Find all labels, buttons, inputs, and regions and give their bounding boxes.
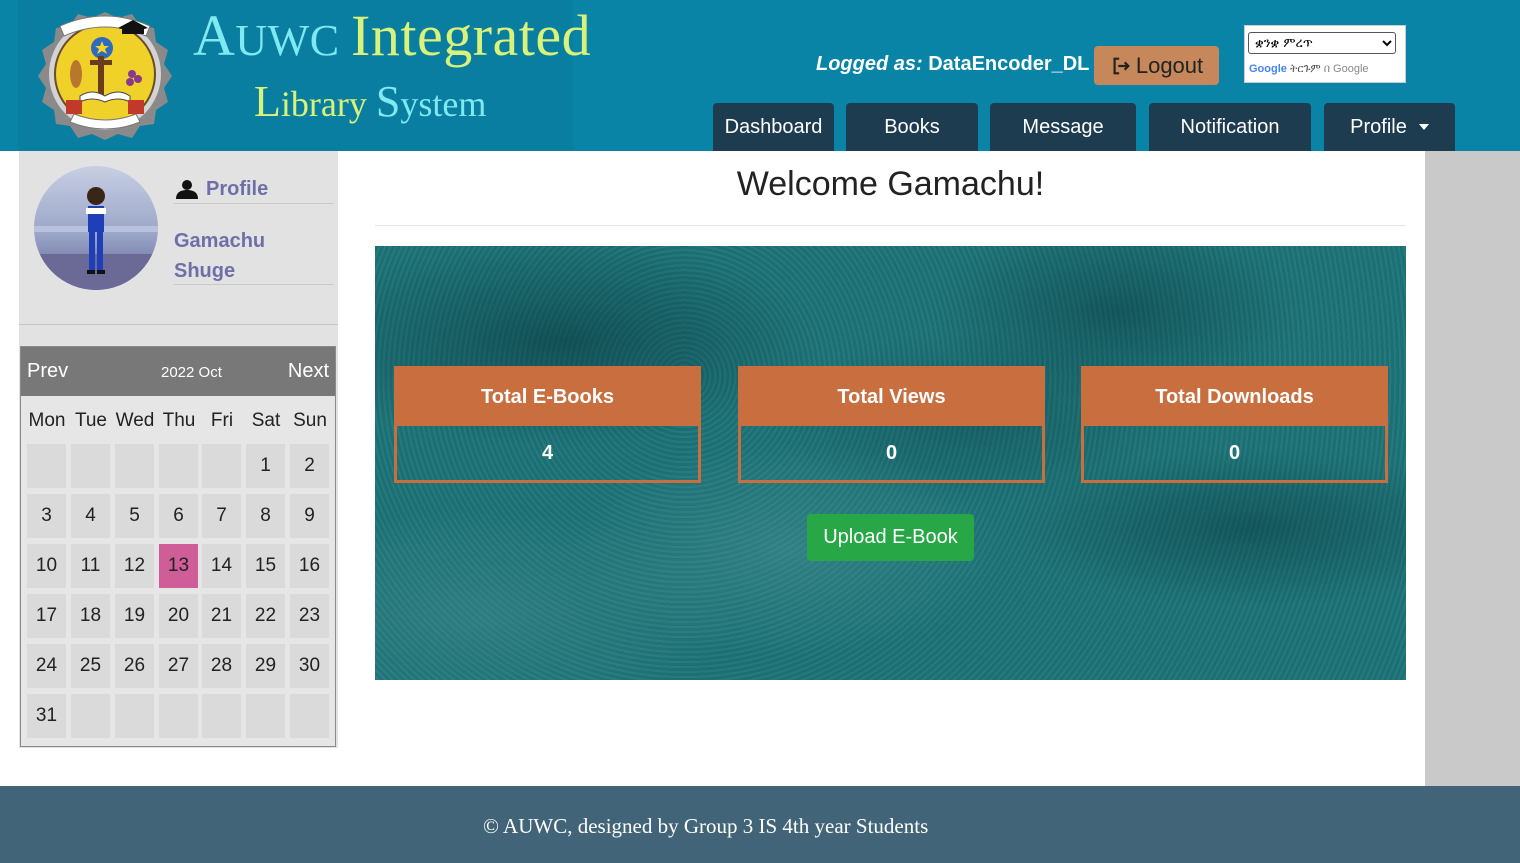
calendar-day-22[interactable]: 22 xyxy=(246,594,285,638)
calendar-day-6[interactable]: 6 xyxy=(159,494,198,538)
calendar-day-30[interactable]: 30 xyxy=(290,644,329,688)
calendar-day-25[interactable]: 25 xyxy=(71,644,110,688)
welcome-heading: Welcome Gamachu! xyxy=(736,165,1045,203)
calendar-prev-button[interactable]: Prev xyxy=(27,360,68,383)
calendar-weekday-mon: Mon xyxy=(28,410,66,431)
stat-total-ebooks: Total E-Books 4 xyxy=(394,366,701,483)
calendar-day-26[interactable]: 26 xyxy=(115,644,154,688)
brand-title-line2: Library System xyxy=(254,77,487,126)
calendar-day-2[interactable]: 2 xyxy=(290,444,329,488)
page-footer: © AUWC, designed by Group 3 IS 4th year … xyxy=(0,786,1520,863)
calendar-day-18[interactable]: 18 xyxy=(71,594,110,638)
calendar-next-button[interactable]: Next xyxy=(288,360,329,383)
calendar-day-27[interactable]: 27 xyxy=(159,644,198,688)
user-icon xyxy=(176,180,198,199)
stat-value: 4 xyxy=(541,441,554,464)
calendar-empty-cell xyxy=(159,694,198,738)
logo-area: AUWC Integrated Library System xyxy=(18,0,591,151)
google-translate-widget: ቋንቋ ምረጥ Google ትርጉም በ Google xyxy=(1244,25,1406,83)
avatar[interactable] xyxy=(34,166,158,290)
calendar-day-20[interactable]: 20 xyxy=(159,594,198,638)
calendar-weekday-fri: Fri xyxy=(210,410,234,431)
stat-label: Total Views xyxy=(741,369,1042,426)
nav-profile-dropdown[interactable]: Profile xyxy=(1324,103,1455,151)
calendar-day-14[interactable]: 14 xyxy=(202,544,241,588)
calendar-empty-cell xyxy=(202,444,241,488)
logged-as-label: Logged as: xyxy=(816,53,923,75)
university-seal-logo xyxy=(38,12,172,140)
calendar-day-19[interactable]: 19 xyxy=(115,594,154,638)
calendar-day-9[interactable]: 9 xyxy=(290,494,329,538)
calendar-weekday-sat: Sat xyxy=(251,410,281,431)
footer-credits: © AUWC, designed by Group 3 IS 4th year … xyxy=(483,814,929,838)
user-full-name: Gamachu Shuge xyxy=(174,226,334,285)
welcome-divider xyxy=(375,225,1406,226)
calendar-empty-cell xyxy=(246,694,285,738)
calendar-weekday-sun: Sun xyxy=(293,410,327,431)
logged-user-name: DataEncoder_DL xyxy=(928,53,1090,75)
user-first-name: Gamachu xyxy=(174,230,266,252)
nav-dashboard[interactable]: Dashboard xyxy=(713,103,834,151)
calendar-empty-cell xyxy=(115,694,154,738)
calendar-day-1[interactable]: 1 xyxy=(246,444,285,488)
dashboard-stats-panel: Total E-Books 4 Total Views 0 Total Down… xyxy=(375,246,1406,680)
calendar-day-7[interactable]: 7 xyxy=(202,494,241,538)
calendar-day-11[interactable]: 11 xyxy=(71,544,110,588)
calendar-day-3[interactable]: 3 xyxy=(27,494,66,538)
calendar-day-21[interactable]: 21 xyxy=(202,594,241,638)
calendar-day-17[interactable]: 17 xyxy=(27,594,66,638)
stat-value: 0 xyxy=(885,441,898,464)
nav-notification[interactable]: Notification xyxy=(1149,103,1311,151)
calendar-day-10[interactable]: 10 xyxy=(27,544,66,588)
calendar-weekday-tue: Tue xyxy=(74,410,108,431)
calendar-day-29[interactable]: 29 xyxy=(246,644,285,688)
calendar-day-12[interactable]: 12 xyxy=(115,544,154,588)
calendar-widget: Prev 2022 Oct Next Mon Tue Wed Thu Fri Sat Sun… xyxy=(20,346,336,747)
profile-heading: Profile xyxy=(174,175,334,204)
logout-button[interactable]: Logout xyxy=(1094,46,1219,85)
stat-total-views: Total Views 0 xyxy=(738,366,1045,483)
calendar-empty-cell xyxy=(159,444,198,488)
calendar-day-28[interactable]: 28 xyxy=(202,644,241,688)
nav-message[interactable]: Message xyxy=(990,103,1136,151)
calendar-empty-cell xyxy=(115,444,154,488)
calendar-day-31[interactable]: 31 xyxy=(27,694,66,738)
logged-as-text: Logged as: DataEncoder_DL xyxy=(816,53,1089,76)
logout-label: Logout xyxy=(1135,52,1204,78)
calendar-header: Prev 2022 Oct Next xyxy=(21,347,335,396)
calendar-day-23[interactable]: 23 xyxy=(290,594,329,638)
calendar-day-5[interactable]: 5 xyxy=(115,494,154,538)
language-select[interactable]: ቋንቋ ምረጥ xyxy=(1248,32,1396,54)
stat-label: Total Downloads xyxy=(1084,369,1385,426)
brand-title-line1: AUWC Integrated xyxy=(193,3,592,68)
calendar-empty-cell xyxy=(71,694,110,738)
upload-ebook-button[interactable]: Upload E-Book xyxy=(807,514,974,561)
logout-icon xyxy=(1113,57,1130,74)
calendar-month-title: 2022 Oct xyxy=(161,364,222,381)
avatar-person-image xyxy=(34,187,158,290)
chevron-down-icon xyxy=(1418,124,1429,130)
stat-value: 0 xyxy=(1228,441,1241,464)
calendar-day-24[interactable]: 24 xyxy=(27,644,66,688)
calendar-day-8[interactable]: 8 xyxy=(246,494,285,538)
main-content: Profile Gamachu Shuge Prev 2022 Oct Next… xyxy=(0,151,1425,786)
calendar-weekday-wed: Wed xyxy=(115,410,155,431)
stat-total-downloads: Total Downloads 0 xyxy=(1081,366,1388,483)
calendar-empty-cell xyxy=(290,694,329,738)
calendar-day-13[interactable]: 13 xyxy=(159,544,198,588)
top-header: AUWC Integrated Library System Logged as… xyxy=(0,0,1520,151)
calendar-day-4[interactable]: 4 xyxy=(71,494,110,538)
calendar-empty-cell xyxy=(27,444,66,488)
user-last-name: Shuge xyxy=(174,260,236,282)
calendar-day-15[interactable]: 15 xyxy=(246,544,285,588)
calendar-weekday-thu: Thu xyxy=(162,410,196,431)
calendar-empty-cell xyxy=(202,694,241,738)
calendar-empty-cell xyxy=(71,444,110,488)
calendar-day-16[interactable]: 16 xyxy=(290,544,329,588)
powered-by-google: Google ትርጉም በ Google xyxy=(1249,63,1369,75)
nav-books[interactable]: Books xyxy=(846,103,978,151)
stat-label: Total E-Books xyxy=(397,369,698,426)
sidebar-divider xyxy=(19,324,338,325)
sidebar: Profile Gamachu Shuge Prev 2022 Oct Next… xyxy=(19,151,338,748)
